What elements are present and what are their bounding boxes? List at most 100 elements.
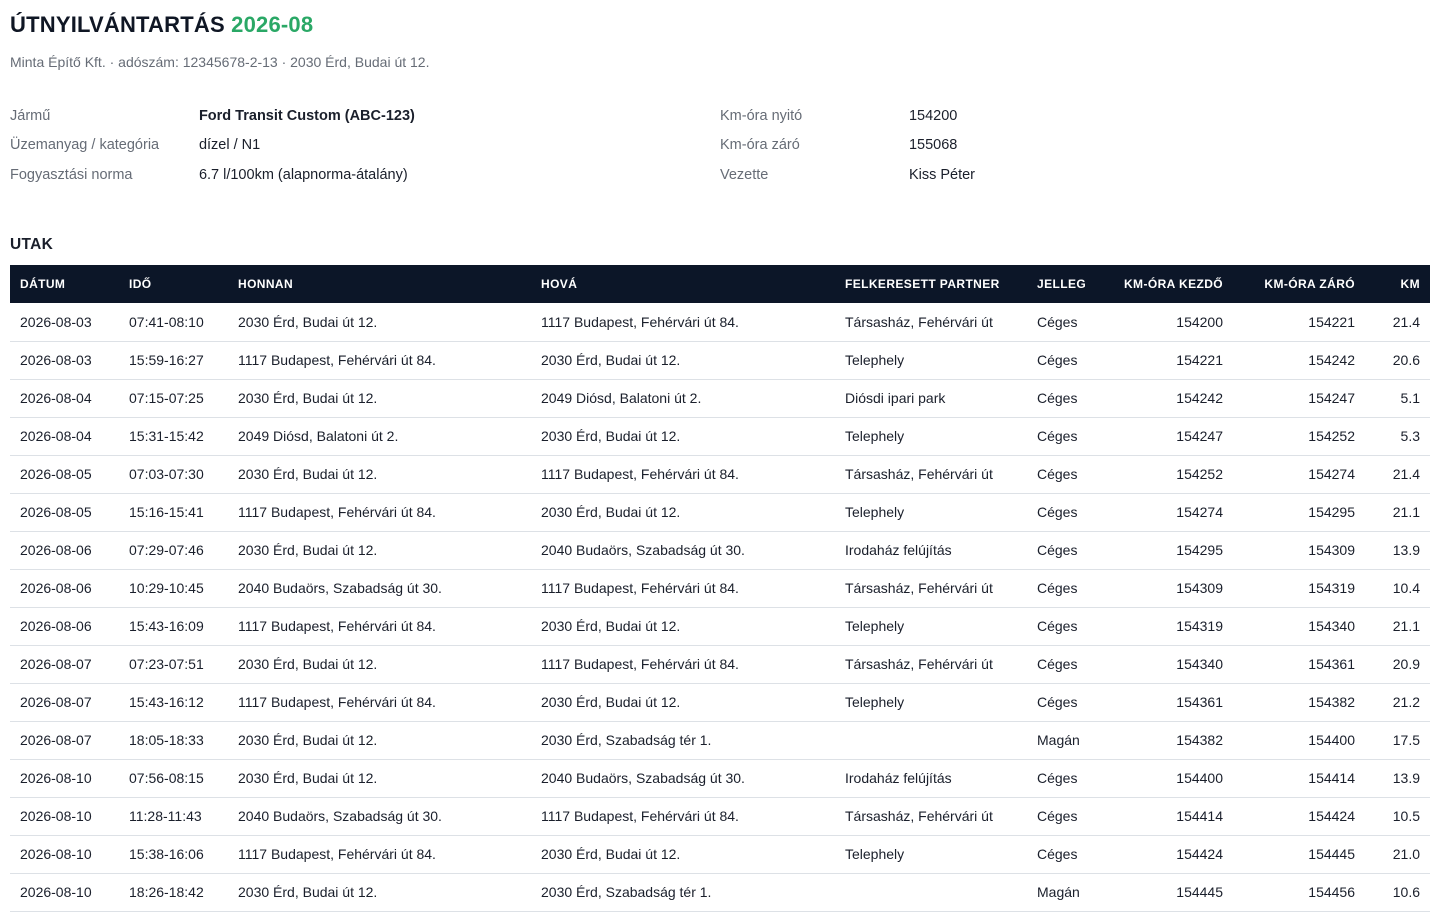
cell-partner: Telephely <box>845 352 905 368</box>
cell-type: Magán <box>1037 732 1080 748</box>
cell-km: 17.5 <box>1392 732 1420 748</box>
cell-type: Céges <box>1037 618 1078 634</box>
odo-close-label: Km-óra záró <box>720 137 800 154</box>
cell-from: 2030 Érd, Budai út 12. <box>238 313 378 330</box>
cell-from: 2030 Érd, Budai út 12. <box>238 656 378 672</box>
cell-odo-end: 154400 <box>1308 732 1355 748</box>
cell-odo-end: 154252 <box>1308 428 1355 444</box>
cell-type: Céges <box>1037 542 1078 558</box>
cell-partner: Társasház, Fehérvári út <box>845 466 993 482</box>
table-row: 2026-08-10 15:38-16:06 1117 Budapest, Fehé… <box>10 835 1430 873</box>
cell-time: 15:31-15:42 <box>129 428 204 444</box>
cell-odo-end: 154247 <box>1308 390 1355 406</box>
odo-close-value: 155068 <box>908 137 958 154</box>
cell-from: 2030 Érd, Budai út 12. <box>238 884 378 900</box>
cell-partner: Telephely <box>845 846 905 862</box>
cell-to: 1117 Budapest, Fehérvári út 84. <box>541 580 739 596</box>
cell-from: 2040 Budaörs, Szabadság út 30. <box>238 808 442 824</box>
cell-date: 2026-08-10 <box>20 770 92 786</box>
cell-date: 2026-08-05 <box>20 504 92 520</box>
cell-odo-end: 154424 <box>1308 808 1355 824</box>
cell-partner: Társasház, Fehérvári út <box>845 313 993 330</box>
cell-time: 11:28-11:43 <box>129 808 202 824</box>
cell-km: 5.3 <box>1400 428 1420 444</box>
col-header-odo-end: KM-ÓRA ZÁRÓ <box>1264 277 1355 291</box>
cell-date: 2026-08-06 <box>20 542 92 558</box>
cell-time: 07:23-07:51 <box>129 656 204 672</box>
vehicle-value: Ford Transit Custom (ABC-123) <box>198 107 415 124</box>
cell-odo-start: 154295 <box>1176 542 1223 558</box>
cell-km: 10.6 <box>1392 884 1420 900</box>
col-header-time: IDŐ <box>129 277 152 291</box>
cell-type: Céges <box>1037 656 1078 672</box>
cell-to: 2030 Érd, Budai út 12. <box>541 504 681 520</box>
cell-date: 2026-08-05 <box>20 466 92 482</box>
cell-time: 07:03-07:30 <box>129 466 204 482</box>
cell-type: Magán <box>1037 884 1080 900</box>
cell-odo-end: 154340 <box>1308 618 1355 634</box>
cell-date: 2026-08-07 <box>20 656 92 672</box>
col-header-km: KM <box>1400 277 1420 291</box>
cell-partner: Telephely <box>845 694 905 710</box>
cell-date: 2026-08-03 <box>20 352 92 368</box>
cell-from: 2030 Érd, Budai út 12. <box>238 732 378 748</box>
table-row: 2026-08-03 15:59-16:27 1117 Budapest, Fehé… <box>10 341 1430 379</box>
cell-km: 20.9 <box>1392 656 1420 672</box>
vehicle-label: Jármű <box>10 107 51 124</box>
cell-odo-start: 154445 <box>1176 884 1223 900</box>
cell-km: 10.5 <box>1392 808 1420 824</box>
cell-date: 2026-08-03 <box>20 313 92 330</box>
table-row: 2026-08-06 15:43-16:09 1117 Budapest, Fehé… <box>10 607 1430 645</box>
trips-table-body: 2026-08-03 07:41-08:10 2030 Érd, Budai út … <box>10 303 1430 911</box>
trips-section-title: UTAK <box>10 236 54 253</box>
table-row: 2026-08-10 18:26-18:42 2030 Érd, Budai út … <box>10 873 1430 911</box>
cell-partner: Telephely <box>845 504 905 520</box>
cell-from: 2040 Budaörs, Szabadság út 30. <box>238 580 442 596</box>
cell-time: 18:05-18:33 <box>129 732 204 748</box>
cell-date: 2026-08-04 <box>20 390 92 406</box>
cell-to: 2030 Érd, Szabadság tér 1. <box>541 884 712 900</box>
cell-date: 2026-08-10 <box>20 884 92 900</box>
table-row: 2026-08-07 07:23-07:51 2030 Érd, Budai út … <box>10 645 1430 683</box>
vehicle-meta: Jármű Ford Transit Custom (ABC-123) Km-ó… <box>10 101 1430 190</box>
cell-type: Céges <box>1037 352 1078 368</box>
cell-odo-end: 154445 <box>1308 846 1355 862</box>
cell-date: 2026-08-07 <box>20 732 92 748</box>
cell-from: 2030 Érd, Budai út 12. <box>238 542 378 558</box>
cell-odo-start: 154361 <box>1176 694 1223 710</box>
cell-from: 1117 Budapest, Fehérvári út 84. <box>238 504 436 520</box>
cell-to: 1117 Budapest, Fehérvári út 84. <box>541 313 739 330</box>
col-header-partner: FELKERESETT PARTNER <box>845 277 1000 291</box>
cell-type: Céges <box>1037 770 1078 786</box>
cell-to: 1117 Budapest, Fehérvári út 84. <box>541 466 739 482</box>
company-subtitle: Minta Építő Kft. · adószám: 12345678-2-1… <box>10 54 430 70</box>
col-header-date: DÁTUM <box>20 277 66 291</box>
cell-odo-end: 154414 <box>1308 770 1355 786</box>
fuel-value: dízel / N1 <box>198 137 261 154</box>
cell-date: 2026-08-10 <box>20 808 92 824</box>
cell-odo-end: 154274 <box>1308 466 1355 482</box>
cell-type: Céges <box>1037 313 1078 330</box>
cell-from: 1117 Budapest, Fehérvári út 84. <box>238 618 436 634</box>
odo-open-label: Km-óra nyitó <box>720 107 803 124</box>
page-title: ÚTNYILVÁNTARTÁS 2026-08 <box>10 12 313 38</box>
cell-odo-start: 154319 <box>1176 618 1223 634</box>
col-header-from: HONNAN <box>238 277 294 291</box>
cell-type: Céges <box>1037 694 1078 710</box>
cell-partner: Társasház, Fehérvári út <box>845 580 993 596</box>
cell-type: Céges <box>1037 390 1078 406</box>
cell-to: 2030 Érd, Budai út 12. <box>541 694 681 710</box>
table-row: 2026-08-10 11:28-11:43 2040 Budaörs, Szaba… <box>10 797 1430 835</box>
cell-type: Céges <box>1037 466 1078 482</box>
cell-km: 10.4 <box>1392 580 1420 596</box>
cell-time: 15:59-16:27 <box>129 352 204 368</box>
cell-km: 21.4 <box>1392 313 1420 330</box>
cell-time: 07:15-07:25 <box>129 390 204 406</box>
norm-label: Fogyasztási norma <box>10 166 133 183</box>
cell-partner: Társasház, Fehérvári út <box>845 656 993 672</box>
cell-odo-start: 154242 <box>1176 390 1223 406</box>
cell-odo-end: 154361 <box>1308 656 1355 672</box>
cell-time: 15:38-16:06 <box>129 846 204 862</box>
cell-odo-end: 154242 <box>1308 352 1355 368</box>
col-header-to: HOVÁ <box>541 277 578 291</box>
